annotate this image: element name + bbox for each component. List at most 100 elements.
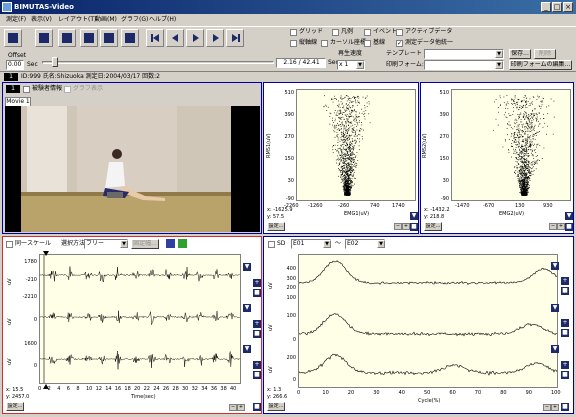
scatter2-settings-button[interactable]: 設定...: [424, 222, 442, 231]
grid-checkbox[interactable]: [290, 29, 297, 36]
cycle-ch3-fit-icon[interactable]: ■: [561, 371, 569, 379]
measure-unify-checkbox[interactable]: ✓: [396, 40, 403, 47]
cycle-settings-button[interactable]: 設定...: [267, 402, 285, 411]
open-button[interactable]: [35, 29, 53, 47]
cycle-fit-all-icon[interactable]: ■: [561, 403, 569, 411]
menu-view[interactable]: 表示(V): [31, 15, 52, 25]
menu-file[interactable]: 測定(F): [6, 15, 26, 25]
cycle-ch2-fit-icon[interactable]: ■: [561, 329, 569, 337]
measure-button[interactable]: [80, 29, 98, 47]
subject-info-checkbox[interactable]: [23, 86, 30, 93]
graph-display-checkbox[interactable]: [64, 86, 71, 93]
cycle-ch3-zoom-in-icon[interactable]: +: [561, 361, 569, 369]
fixed-width-button[interactable]: 固定幅...: [131, 239, 159, 249]
time-slider-thumb[interactable]: [52, 57, 58, 67]
cycle-to-dropdown-icon[interactable]: ▼: [377, 240, 385, 248]
cycle-ch2-menu-icon[interactable]: ▼: [551, 304, 559, 312]
scatter2-zoom-out-button[interactable]: −: [549, 223, 557, 230]
info-text: ID:999 氏名:Shizuoka 測定日:2004/03/17 回数:2: [21, 73, 160, 80]
speed-dropdown-icon[interactable]: ▼: [356, 61, 364, 69]
menu-video[interactable]: 動画(M): [95, 15, 117, 25]
print-button[interactable]: [100, 29, 118, 47]
tab-movie-1-label: Movie 1: [6, 98, 30, 105]
scatter1-zoom-in-button[interactable]: +: [402, 223, 410, 230]
vertical-line-checkbox[interactable]: [290, 40, 297, 47]
menu-graph[interactable]: グラフ(G): [121, 15, 148, 25]
emg-ch1-zoom-in-icon[interactable]: +: [253, 279, 261, 287]
template-save-button[interactable]: 保存...: [509, 49, 531, 59]
emg-ch1-fit-icon[interactable]: ■: [253, 289, 261, 297]
scatter1-plot-area[interactable]: [296, 89, 416, 201]
edit-print-form-button[interactable]: 印刷フォームの編集...: [509, 60, 572, 70]
scatter2-plot-area[interactable]: [451, 89, 571, 201]
emg-zoom-in-button[interactable]: +: [237, 404, 245, 411]
scatter1-down-arrow-icon[interactable]: ▼: [410, 212, 418, 220]
emg-settings-button[interactable]: 設定...: [6, 402, 24, 411]
emg-zoom-out-button[interactable]: −: [229, 404, 237, 411]
export-icon[interactable]: [178, 239, 187, 248]
save-file-button[interactable]: [58, 29, 76, 47]
event-checkbox[interactable]: [364, 29, 371, 36]
emg-ch2-fit-icon[interactable]: ■: [253, 330, 261, 338]
template-dropdown-icon[interactable]: ▼: [495, 50, 503, 58]
select-method-dropdown-icon[interactable]: ▼: [120, 240, 128, 248]
vertical-line-label: 縦軸線: [299, 39, 318, 46]
cursor-marker-top[interactable]: [43, 251, 49, 256]
scatter2-fit-icon[interactable]: ■: [565, 223, 573, 231]
cycle-panel: SD E01 ▼ 〜 E02 ▼ 400 300 200 100 100 0 2…: [263, 236, 574, 414]
skip-end-button[interactable]: [226, 29, 244, 47]
scatter2-xtick: -670: [483, 203, 495, 209]
skip-start-button[interactable]: [146, 29, 164, 47]
cycle-ch1-zoom-in-icon[interactable]: +: [561, 277, 569, 285]
same-scale-checkbox[interactable]: [6, 241, 13, 248]
emg-ch1-menu-icon[interactable]: ▼: [243, 263, 251, 271]
sd-checkbox[interactable]: [268, 241, 275, 248]
cycle-from-dropdown-icon[interactable]: ▼: [323, 240, 331, 248]
cycle-xtick: 0: [297, 390, 301, 396]
emg-ch3-fit-icon[interactable]: ■: [253, 371, 261, 379]
minimize-button[interactable]: _: [541, 2, 551, 12]
maximize-button[interactable]: □: [552, 2, 562, 12]
offset-sec-label: Sec: [27, 61, 38, 68]
close-button[interactable]: ×: [563, 2, 573, 12]
layout-button[interactable]: [121, 29, 139, 47]
cycle-plot-area[interactable]: [298, 254, 558, 388]
emg-ch2-menu-icon[interactable]: ▼: [243, 304, 251, 312]
cycle-zoom-in-button[interactable]: +: [551, 404, 559, 411]
scatter1-zoom-out-button[interactable]: −: [394, 223, 402, 230]
video-frame[interactable]: [5, 106, 260, 232]
scatter1-settings-button[interactable]: 設定...: [267, 222, 285, 231]
cycle-x-readout: x: 1.3: [267, 387, 282, 393]
time-slider-track[interactable]: [42, 61, 274, 64]
cycle-ch2-zoom-in-icon[interactable]: +: [561, 319, 569, 327]
step-forward-button[interactable]: [206, 29, 224, 47]
step-back-button[interactable]: [166, 29, 184, 47]
menu-layout[interactable]: レイアウト(T): [58, 15, 96, 25]
calc-icon[interactable]: [166, 239, 175, 248]
active-data-checkbox[interactable]: [396, 29, 403, 36]
cycle-zoom-out-button[interactable]: −: [543, 404, 551, 411]
emg-ch3-zoom-in-icon[interactable]: +: [253, 361, 261, 369]
emg-ch2-zoom-in-icon[interactable]: +: [253, 320, 261, 328]
scatter2-down-arrow-icon[interactable]: ▼: [565, 212, 573, 220]
print-form-select[interactable]: [424, 60, 504, 70]
cycle-ch1-menu-icon[interactable]: ▼: [551, 262, 559, 270]
cursor-coord-checkbox[interactable]: [321, 40, 328, 47]
menu-help[interactable]: ヘルプ(H): [149, 15, 176, 25]
offset-input[interactable]: 0.00: [6, 60, 24, 70]
emg-ch3-menu-icon[interactable]: ▼: [243, 345, 251, 353]
print-form-dropdown-icon[interactable]: ▼: [495, 61, 503, 69]
new-button[interactable]: [4, 29, 22, 47]
baseline-checkbox[interactable]: [364, 40, 371, 47]
cycle-ch3-menu-icon[interactable]: ▼: [551, 345, 559, 353]
scatter1-fit-icon[interactable]: ■: [410, 223, 418, 231]
emg-plot-area[interactable]: [39, 254, 241, 384]
template-delete-button[interactable]: 削除: [534, 49, 556, 59]
cycle-ch1-fit-icon[interactable]: ■: [561, 287, 569, 295]
tab-movie-1[interactable]: Movie 1: [5, 97, 31, 106]
legend-checkbox[interactable]: [332, 29, 339, 36]
play-button[interactable]: [186, 29, 204, 47]
template-select[interactable]: [424, 49, 504, 59]
emg-fit-all-icon[interactable]: ■: [253, 403, 261, 411]
scatter2-zoom-in-button[interactable]: +: [557, 223, 565, 230]
